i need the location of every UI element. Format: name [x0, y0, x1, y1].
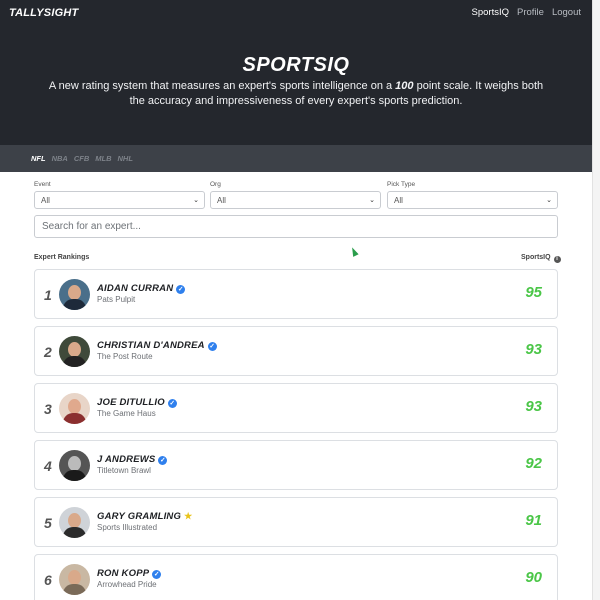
page-description: A new rating system that measures an exp… [46, 79, 546, 109]
sportsiq-score: 92 [525, 455, 542, 472]
expert-row[interactable]: 6 RON KOPP ✓ Arrowhead Pride 90 [34, 554, 558, 600]
pick-type-select[interactable]: All ⌄ [387, 191, 558, 209]
description-bold-number: 100 [395, 80, 414, 92]
nav-logout-link[interactable]: Logout [552, 7, 581, 18]
tab-mlb[interactable]: MLB [95, 154, 111, 163]
rank-number: 4 [44, 458, 52, 474]
info-icon[interactable]: i [553, 256, 561, 263]
expert-org: The Post Route [97, 352, 153, 361]
expert-name-text: J ANDREWS [97, 454, 156, 465]
expert-org: The Game Haus [97, 409, 156, 418]
expert-name: J ANDREWS ✓ [97, 454, 168, 465]
page-scrollbar[interactable] [592, 0, 600, 600]
sportsiq-score: 93 [525, 398, 542, 415]
sportsiq-column-label: SportsIQ [521, 254, 551, 261]
avatar [59, 393, 90, 424]
brand-logo[interactable]: TALLYSIGHT [9, 7, 78, 19]
star-icon: ★ [184, 511, 193, 521]
rankings-heading: Expert Rankings [34, 254, 90, 261]
avatar [59, 336, 90, 367]
event-filter-label: Event [34, 181, 51, 188]
verified-check-icon: ✓ [152, 570, 162, 579]
expert-search-input[interactable]: Search for an expert... [34, 215, 558, 238]
sportsiq-score: 93 [525, 341, 542, 358]
hero-header: TALLYSIGHT SportsIQ Profile Logout SPORT… [0, 0, 600, 145]
nav-profile-link[interactable]: Profile [517, 7, 544, 18]
expert-name-text: GARY GRAMLING [97, 511, 182, 522]
tab-nfl[interactable]: NFL [31, 154, 46, 163]
chevron-down-icon: ⌄ [546, 197, 552, 204]
event-filter: Event All ⌄ [34, 181, 205, 209]
sportsiq-column-heading: SportsIQ i [521, 254, 561, 263]
avatar [59, 279, 90, 310]
mouse-cursor-icon [349, 246, 359, 257]
expert-name: JOE DITULLIO ✓ [97, 397, 177, 408]
expert-name-text: AIDAN CURRAN [97, 283, 174, 294]
expert-name: CHRISTIAN D'ANDREA ✓ [97, 340, 217, 351]
expert-org: Titletown Brawl [97, 466, 151, 475]
expert-row[interactable]: 4 J ANDREWS ✓ Titletown Brawl 92 [34, 440, 558, 490]
sportsiq-score: 95 [525, 284, 542, 301]
page-title: SPORTSIQ [242, 54, 350, 76]
rank-number: 2 [44, 344, 52, 360]
chevron-down-icon: ⌄ [369, 197, 375, 204]
avatar [59, 564, 90, 595]
expert-name: RON KOPP ✓ [97, 568, 162, 579]
expert-row[interactable]: 2 CHRISTIAN D'ANDREA ✓ The Post Route 93 [34, 326, 558, 376]
expert-org: Pats Pulpit [97, 295, 136, 304]
avatar [59, 450, 90, 481]
verified-check-icon: ✓ [176, 285, 186, 294]
expert-org: Arrowhead Pride [97, 580, 157, 589]
expert-row[interactable]: 3 JOE DITULLIO ✓ The Game Haus 93 [34, 383, 558, 433]
tab-cfb[interactable]: CFB [74, 154, 89, 163]
expert-row[interactable]: 1 AIDAN CURRAN ✓ Pats Pulpit 95 [34, 269, 558, 319]
sportsiq-score: 91 [525, 512, 542, 529]
avatar [59, 507, 90, 538]
verified-check-icon: ✓ [158, 456, 168, 465]
expert-name-text: CHRISTIAN D'ANDREA [97, 340, 205, 351]
event-select-value: All [41, 196, 50, 205]
rank-number: 1 [44, 287, 52, 303]
pick-type-select-value: All [394, 196, 403, 205]
top-nav: SportsIQ Profile Logout [472, 7, 582, 18]
pick-type-filter: Pick Type All ⌄ [387, 181, 558, 209]
verified-check-icon: ✓ [207, 342, 217, 351]
description-text-start: A new rating system that measures an exp… [48, 80, 396, 92]
org-select-value: All [217, 196, 226, 205]
sportsiq-score: 90 [525, 569, 542, 586]
org-filter: Org All ⌄ [210, 181, 381, 209]
expert-row[interactable]: 5 GARY GRAMLING ★ Sports Illustrated 91 [34, 497, 558, 547]
rank-number: 3 [44, 401, 52, 417]
expert-name-text: JOE DITULLIO [97, 397, 165, 408]
tab-nba[interactable]: NBA [52, 154, 68, 163]
verified-check-icon: ✓ [167, 399, 177, 408]
expert-org: Sports Illustrated [97, 523, 158, 532]
rank-number: 5 [44, 515, 52, 531]
tab-nhl[interactable]: NHL [118, 154, 133, 163]
event-select[interactable]: All ⌄ [34, 191, 205, 209]
org-filter-label: Org [210, 181, 221, 188]
org-select[interactable]: All ⌄ [210, 191, 381, 209]
sport-tab-bar: NFL NBA CFB MLB NHL [0, 145, 592, 172]
chevron-down-icon: ⌄ [193, 197, 199, 204]
expert-name: GARY GRAMLING ★ [97, 511, 192, 522]
rank-number: 6 [44, 572, 52, 588]
nav-sportsiq-link[interactable]: SportsIQ [472, 7, 510, 18]
pick-type-filter-label: Pick Type [387, 181, 416, 188]
expert-name-text: RON KOPP [97, 568, 150, 579]
expert-name: AIDAN CURRAN ✓ [97, 283, 186, 294]
